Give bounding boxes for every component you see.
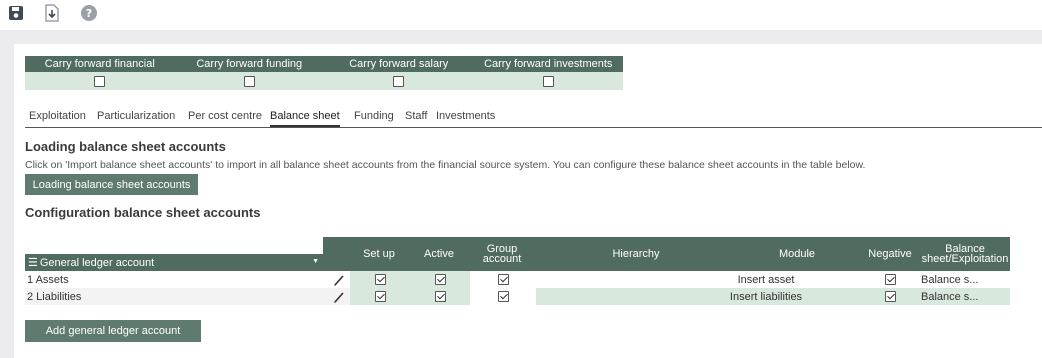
loading-description: Click on 'Import balance sheet accounts'… <box>25 159 866 171</box>
toolbar: ? <box>0 0 1042 30</box>
tab-funding[interactable]: Funding <box>354 110 394 127</box>
loading-title: Loading balance sheet accounts <box>25 139 226 154</box>
active-checkbox[interactable] <box>434 291 446 302</box>
save-icon[interactable] <box>6 3 26 23</box>
header-negative: Negative <box>868 248 912 260</box>
setup-checkbox[interactable] <box>374 291 386 302</box>
gla-header-label: General ledger account <box>39 256 155 269</box>
tab-particularization[interactable]: Particularization <box>97 110 175 127</box>
setup-checkbox[interactable] <box>374 274 386 285</box>
menu-icon[interactable]: ☰ <box>28 256 38 269</box>
header-active: Active <box>424 248 454 260</box>
carry-forward-financial-header: Carry forward financial <box>44 58 155 70</box>
account-cell: 2 Liabilities <box>27 290 82 303</box>
negative-checkbox[interactable] <box>884 291 896 302</box>
header-module: Module <box>778 248 816 260</box>
left-band <box>0 44 14 358</box>
loading-balance-sheet-button[interactable]: Loading balance sheet accounts <box>25 174 198 195</box>
group-account-checkbox[interactable] <box>497 274 509 285</box>
edit-icon[interactable] <box>328 271 350 288</box>
svg-text:?: ? <box>86 7 92 20</box>
carry-forward-investments-header: Carry forward investments <box>484 58 613 70</box>
header-balance-sheet-line2: sheet/Exploitation <box>921 253 1009 265</box>
table-row: 1 Assets Insert asset Balance s... <box>25 271 1010 288</box>
edit-icon[interactable] <box>328 288 350 305</box>
top-band <box>0 30 1042 44</box>
carry-forward-financial-checkbox[interactable] <box>94 75 106 87</box>
add-general-ledger-account-button[interactable]: Add general ledger account <box>25 320 201 342</box>
chevron-down-icon[interactable]: ▼ <box>312 258 319 265</box>
header-group-account-line2: account <box>482 253 522 265</box>
balance-sheet-cell: Balance s... <box>921 273 979 286</box>
carry-forward-table: Carry forward financial Carry forward fu… <box>25 56 623 90</box>
tab-per-cost-centre[interactable]: Per cost centre <box>188 110 262 127</box>
balance-sheet-cell: Balance s... <box>921 290 979 303</box>
header-hierarchy: Hierarchy <box>612 248 660 260</box>
header-balance-sheet: Balance sheet/Exploitation <box>920 237 1010 271</box>
grid-header: Set up Active Group account Hierarchy Mo… <box>323 237 1010 271</box>
active-checkbox[interactable] <box>434 274 446 285</box>
negative-checkbox[interactable] <box>884 274 896 285</box>
help-icon[interactable]: ? <box>79 3 99 23</box>
download-icon[interactable] <box>42 3 62 23</box>
configuration-title: Configuration balance sheet accounts <box>25 205 261 220</box>
tab-balance-sheet[interactable]: Balance sheet <box>270 110 340 127</box>
account-cell: 1 Assets <box>27 273 69 286</box>
tab-exploitation[interactable]: Exploitation <box>29 110 86 127</box>
gla-header[interactable]: ☰ General ledger account ▼ <box>25 254 323 271</box>
carry-forward-investments-checkbox[interactable] <box>542 75 554 87</box>
tab-staff[interactable]: Staff <box>405 110 427 127</box>
tab-bar: Exploitation Particularization Per cost … <box>25 110 1042 128</box>
module-cell: Insert asset <box>737 273 795 286</box>
carry-forward-salary-header: Carry forward salary <box>349 58 449 70</box>
header-setup: Set up <box>363 248 395 260</box>
group-account-checkbox[interactable] <box>497 291 509 302</box>
table-row: 2 Liabilities Insert liabilities Balance… <box>25 288 1010 305</box>
carry-forward-salary-checkbox[interactable] <box>393 75 405 87</box>
header-group-account: Group account <box>469 237 535 271</box>
carry-forward-funding-checkbox[interactable] <box>243 75 255 87</box>
tab-investments[interactable]: Investments <box>436 110 495 127</box>
module-cell: Insert liabilities <box>729 290 803 303</box>
carry-forward-funding-header: Carry forward funding <box>196 58 303 70</box>
